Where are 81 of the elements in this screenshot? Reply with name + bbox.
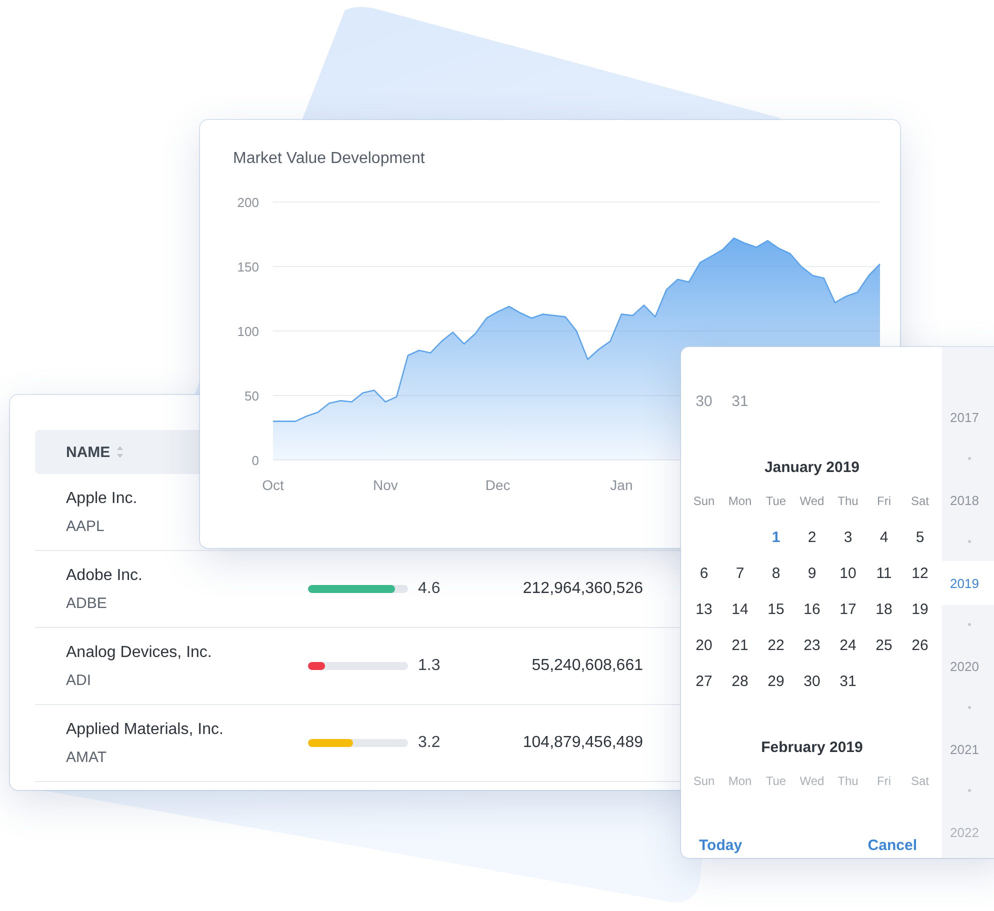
calendar-day[interactable]: 11 — [876, 564, 892, 582]
calendar-day[interactable]: 18 — [876, 600, 892, 618]
year-item[interactable]: 2019 — [942, 561, 994, 605]
calendar-day[interactable]: 21 — [732, 636, 748, 654]
weekday-label: Thu — [836, 494, 860, 508]
weekday-label: Mon — [727, 494, 753, 508]
ticker: AAPL — [66, 518, 106, 534]
rating-value: 1.3 — [418, 657, 442, 675]
weekday-label: Fri — [876, 494, 892, 508]
weekday-label: Sat — [910, 774, 930, 788]
weekday-label: Tue — [764, 774, 788, 788]
market-value: 104,879,456,489 — [522, 734, 643, 752]
calendar-day[interactable]: 1 — [772, 528, 780, 546]
calendar-day[interactable]: 12 — [912, 564, 928, 582]
calendar-day[interactable]: 10 — [840, 564, 856, 582]
calendar-day[interactable]: 2 — [808, 528, 816, 546]
rating-value: 3.2 — [418, 734, 442, 752]
axis-label: 50 — [244, 388, 259, 404]
calendar-day[interactable]: 23 — [804, 636, 820, 654]
dot-icon — [968, 540, 971, 543]
dot-icon — [968, 789, 971, 792]
market-value: 212,964,360,526 — [522, 580, 643, 598]
calendar-day[interactable]: 19 — [912, 600, 928, 618]
calendar-day[interactable]: 13 — [696, 600, 712, 618]
weekday-label: Wed — [798, 774, 826, 788]
weekday-label: Sat — [910, 494, 930, 508]
weekday-label: Sun — [692, 494, 716, 508]
axis-label: Dec — [485, 477, 510, 493]
ticker: ADI — [66, 672, 92, 688]
calendar-day[interactable]: 25 — [876, 636, 892, 654]
calendar-day[interactable]: 5 — [916, 528, 924, 546]
calendar-day[interactable]: 4 — [880, 528, 888, 546]
calendar-day[interactable]: 16 — [804, 600, 820, 618]
axis-label: 200 — [237, 195, 259, 210]
calendar-day[interactable]: 20 — [696, 636, 712, 654]
dot-icon — [968, 706, 971, 709]
calendar-day[interactable]: 30 — [804, 672, 820, 690]
chart-title: Market Value Development — [233, 150, 426, 169]
dot-icon — [968, 623, 971, 626]
weekday-label: Wed — [798, 494, 826, 508]
weekday-label: Thu — [836, 774, 860, 788]
weekday-label: Mon — [727, 774, 753, 788]
axis-label: 0 — [252, 453, 259, 468]
axis-label: 100 — [237, 324, 259, 339]
calendar-day[interactable]: 26 — [912, 636, 928, 654]
ticker: ADBE — [66, 594, 108, 612]
calendar-day[interactable]: 28 — [732, 672, 748, 690]
calendar-day[interactable]: 24 — [840, 636, 856, 654]
calendar-day[interactable]: 17 — [840, 600, 856, 618]
sort-icon[interactable] — [116, 445, 124, 459]
calendar-day[interactable]: 8 — [772, 564, 780, 582]
company-name: Adobe Inc. — [66, 566, 144, 584]
calendar-day[interactable]: 22 — [768, 636, 784, 654]
weekday-label: Tue — [764, 494, 788, 508]
calendar-day[interactable]: 6 — [700, 564, 708, 582]
axis-label: Nov — [372, 477, 398, 493]
dot-icon — [968, 457, 971, 460]
weekday-label: Fri — [876, 774, 892, 788]
calendar-day[interactable]: 14 — [732, 600, 748, 618]
column-header[interactable]: NAME — [66, 444, 110, 460]
rating-value: 4.6 — [418, 580, 442, 598]
market-value: 55,240,608,661 — [530, 657, 643, 675]
axis-label: Oct — [262, 477, 284, 493]
calendar-day[interactable]: 29 — [768, 672, 784, 690]
calendar-day[interactable]: 7 — [736, 564, 744, 582]
calendar-day[interactable]: 3 — [844, 528, 852, 546]
today-button[interactable]: Today — [693, 833, 748, 858]
month-title: January 2019 — [763, 458, 861, 478]
ticker: AMAT — [66, 748, 108, 766]
axis-label: Jan — [610, 477, 633, 493]
axis-label: 150 — [237, 260, 259, 274]
month-title: February 2019 — [760, 738, 864, 758]
calendar-day[interactable]: 9 — [808, 564, 816, 582]
weekday-label: Sun — [692, 774, 716, 788]
calendar-day[interactable]: 15 — [768, 600, 784, 618]
calendar-day[interactable]: 31 — [840, 672, 856, 690]
cancel-button[interactable]: Cancel — [862, 833, 923, 858]
company-name: Apple Inc. — [66, 490, 138, 508]
company-name: Analog Devices, Inc. — [66, 644, 213, 662]
calendar-day[interactable]: 27 — [696, 672, 712, 690]
company-name: Applied Materials, Inc. — [66, 720, 224, 738]
